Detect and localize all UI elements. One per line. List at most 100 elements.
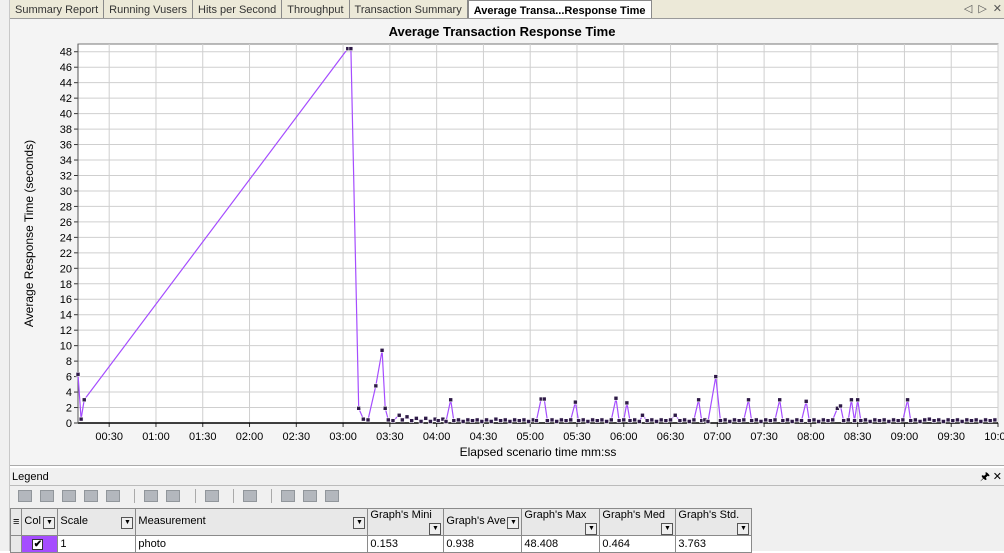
data-point [722,417,728,423]
dropdown-icon[interactable]: ▼ [585,523,598,535]
data-point [365,417,371,423]
data-point [858,418,864,423]
y-tick-label: 4 [66,387,72,399]
dropdown-icon[interactable]: ▼ [121,517,134,529]
y-tick-label: 30 [60,186,72,198]
data-point [686,419,692,424]
y-tick-label: 46 [60,62,72,74]
data-point [637,419,642,424]
dropdown-icon[interactable]: ▼ [661,523,674,535]
y-tick-label: 0 [66,418,72,430]
export-icon[interactable] [280,490,295,502]
x-tick-label: 00:30 [95,431,123,443]
legend-color-swatch[interactable]: ✔ [21,535,59,553]
data-point [891,417,896,423]
data-point [682,417,687,423]
data-point [576,418,581,423]
show-all-icon[interactable] [62,490,77,502]
legend-col-header-min[interactable]: Graph's Mini ▼ [367,508,445,536]
data-point [443,419,449,424]
data-point [672,412,678,418]
legend-col-header-color[interactable]: Col ▼ [21,508,59,536]
legend-table: ≡ Col ▼ Scale ▼ Measurement ▼ Graph's Mini ▼… [9,508,753,553]
data-point [763,417,768,423]
legend-header: Legend 🖈 ✕ [10,468,1004,486]
data-point [632,417,637,423]
data-point [616,418,622,423]
data-point [955,417,960,423]
legend-settings-icon[interactable] [324,490,339,502]
data-point [807,418,812,423]
data-point [936,417,942,423]
x-tick-label: 05:30 [563,431,591,443]
legend-col-header-max[interactable]: Graph's Max ▼ [521,508,601,536]
data-point [428,419,433,424]
sort-icon[interactable] [144,490,159,502]
y-tick-label: 22 [60,248,72,260]
columns-icon[interactable] [242,490,257,502]
data-point [590,417,595,423]
data-point [746,397,751,403]
data-point [573,399,578,405]
response-time-chart: 0246810121416182022242628303234363840424… [22,43,1004,459]
data-point [663,418,669,423]
legend-col-header-measurement[interactable]: Measurement ▼ [135,508,369,536]
data-point [75,371,81,377]
data-point [849,397,854,403]
row-selector-header[interactable]: ≡ [9,508,23,536]
data-point [821,417,826,423]
data-point [621,417,627,423]
data-point [448,397,453,403]
legend-col-header-median[interactable]: Graph's Med ▼ [599,508,677,536]
data-point [554,419,560,424]
dropdown-icon[interactable]: ▼ [353,517,366,529]
dropdown-icon[interactable]: ▼ [43,517,56,529]
data-point [727,419,733,424]
dropdown-icon[interactable]: ▼ [507,517,520,529]
data-point [361,416,366,422]
legend-scale: 1 [57,535,137,553]
configure-measurements-icon[interactable] [18,490,32,502]
data-point [559,417,564,423]
dropdown-icon[interactable]: ▼ [737,523,750,535]
legend-max: 48.408 [521,535,601,553]
data-point [512,417,517,423]
chart-title: Average Transaction Response Time [388,24,616,39]
show-only-selected-icon[interactable] [40,490,55,502]
y-tick-label: 6 [66,372,72,384]
y-tick-label: 42 [60,93,72,105]
hide-icon[interactable] [84,490,99,502]
legend-col-header-avg[interactable]: Graph's Ave ▼ [443,508,523,536]
data-point [852,418,857,423]
legend-header-row: ≡ Col ▼ Scale ▼ Measurement ▼ Graph's Mini ▼… [9,508,753,536]
data-point [895,418,901,423]
dropdown-icon[interactable]: ▼ [429,523,442,535]
pin-icon[interactable]: 🖈 [980,468,990,486]
legend-col-header-scale[interactable]: Scale ▼ [57,508,137,536]
toolbar-separator [270,489,272,503]
close-icon[interactable]: ✕ [993,468,1002,486]
legend-col-header-std[interactable]: Graph's Std. ▼ [675,508,753,536]
data-point [418,419,424,424]
data-point [414,416,419,421]
x-tick-label: 03:30 [376,431,404,443]
data-point [945,417,951,423]
data-point [379,347,385,353]
y-tick-label: 12 [60,325,72,337]
data-point [608,417,614,423]
data-point [987,418,993,423]
data-point [521,417,527,423]
legend-row[interactable]: ✔ 1 photo 0.153 0.938 48.408 0.464 3.763 [9,535,753,553]
group-icon[interactable] [166,490,181,502]
copy-icon[interactable] [302,490,317,502]
data-point [794,417,800,423]
data-point [456,417,461,423]
row-selector[interactable] [9,535,23,553]
auto-correlate-icon[interactable] [204,490,219,502]
y-axis-label: Average Response Time (seconds) [22,140,36,327]
filter-icon[interactable] [106,490,121,502]
data-point [941,419,946,424]
x-tick-label: 01:00 [142,431,170,443]
visibility-checkbox[interactable]: ✔ [32,539,44,550]
data-point [479,419,485,424]
